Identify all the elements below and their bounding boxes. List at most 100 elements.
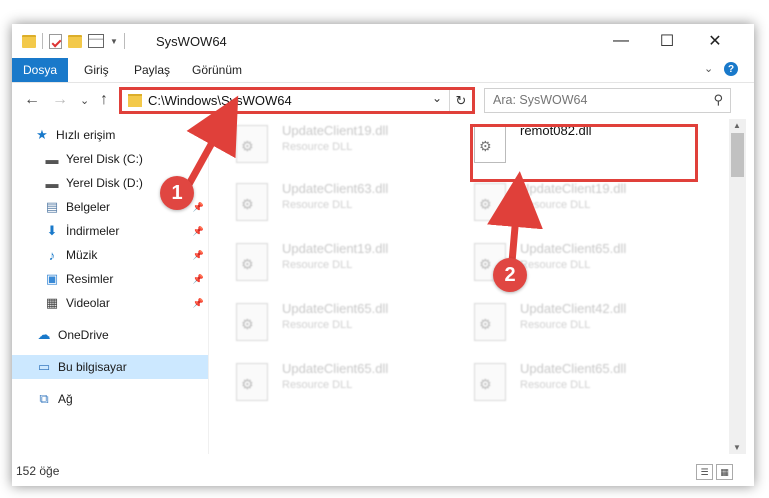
sidebar-item-quick-access[interactable]: ★ Hızlı erişim [12, 123, 208, 147]
sidebar-item-label: Yerel Disk (D:) [66, 176, 143, 190]
folder-icon [22, 34, 36, 48]
large-icons-view-icon[interactable]: ▦ [716, 464, 733, 480]
sidebar-item-this-pc[interactable]: ▭ Bu bilgisayar [12, 355, 208, 379]
sidebar-item-label: Müzik [66, 248, 98, 262]
network-icon: ⧉ [39, 391, 49, 406]
sidebar-item-label: İndirmeler [66, 224, 120, 238]
navigation-pane: ★ Hızlı erişim ▬ Yerel Disk (C:) ▬ Yerel… [12, 119, 208, 454]
file-name: UpdateClient63.dll [282, 181, 389, 196]
file-type: Resource DLL [282, 141, 353, 153]
pin-icon[interactable]: 📌 [193, 202, 204, 213]
file-type: Resource DLL [520, 319, 591, 331]
cloud-icon: ☁ [37, 327, 51, 342]
pin-icon[interactable]: 📌 [193, 226, 204, 237]
download-icon: ⬇ [46, 223, 58, 238]
details-view-icon[interactable]: ☰ [696, 464, 713, 480]
file-name: UpdateClient65.dll [520, 241, 627, 256]
file-name: UpdateClient65.dll [282, 301, 389, 316]
minimize-button[interactable]: — [598, 24, 644, 58]
help-icon[interactable]: ? [724, 62, 738, 76]
sidebar-item-label: Hızlı erişim [56, 128, 116, 142]
file-item[interactable]: UpdateClient65.dll Resource DLL [222, 297, 447, 343]
dll-file-icon [474, 183, 506, 221]
drive-icon: ▬ [45, 151, 59, 167]
maximize-button[interactable]: ☐ [644, 24, 690, 58]
toolbar-divider [123, 33, 125, 49]
vertical-scrollbar[interactable]: ▲ ▼ [729, 119, 746, 454]
drive-icon: ▬ [45, 175, 59, 191]
pin-icon[interactable]: 📌 [193, 298, 204, 309]
pin-icon[interactable]: 📌 [193, 274, 204, 285]
sidebar-item-onedrive[interactable]: ☁ OneDrive [12, 323, 208, 347]
file-type: Resource DLL [282, 379, 353, 391]
file-item[interactable]: UpdateClient19.dll Resource DLL [222, 119, 447, 165]
file-type: Resource DLL [282, 319, 353, 331]
file-item[interactable]: UpdateClient19.dll Resource DLL [460, 177, 685, 223]
file-type: Resource DLL [520, 199, 591, 211]
search-icon[interactable]: ⚲ [713, 92, 723, 108]
scroll-up-icon[interactable]: ▲ [733, 121, 741, 130]
file-name: UpdateClient42.dll [520, 301, 627, 316]
pictures-icon: ▣ [45, 271, 59, 286]
sidebar-item-label: Belgeler [66, 200, 111, 214]
file-item[interactable]: UpdateClient19.dll Resource DLL [222, 237, 447, 283]
sidebar-item-videos[interactable]: ▦ Videolar 📌 [12, 291, 208, 315]
sidebar-item-pictures[interactable]: ▣ Resimler 📌 [12, 267, 208, 291]
file-item[interactable]: UpdateClient65.dll Resource DLL [222, 357, 447, 403]
pane-divider [208, 119, 209, 454]
search-box[interactable]: ⚲ [484, 88, 731, 113]
file-item[interactable]: UpdateClient42.dll Resource DLL [460, 297, 685, 343]
sidebar-item-label: Resimler [66, 272, 114, 286]
ribbon-expand-chevron-icon[interactable]: ⌄ [704, 62, 713, 75]
file-name: UpdateClient65.dll [520, 361, 627, 376]
step-1-badge: 1 [160, 176, 194, 210]
file-name: UpdateClient19.dll [520, 181, 627, 196]
music-icon: ♪ [48, 247, 56, 263]
dll-file-icon [236, 243, 268, 281]
dll-file-icon [474, 363, 506, 401]
tab-giris[interactable]: Giriş [84, 58, 109, 82]
quick-access-toolbar: ▼ [22, 33, 125, 49]
new-folder-icon[interactable] [68, 34, 82, 48]
dll-file-icon [236, 183, 268, 221]
dll-file-icon [236, 125, 268, 163]
documents-icon: ▤ [45, 199, 59, 214]
tab-gorunum[interactable]: Görünüm [192, 58, 242, 82]
sidebar-item-downloads[interactable]: ⬇ İndirmeler 📌 [12, 219, 208, 243]
properties-icon[interactable] [88, 34, 104, 48]
tab-dosya[interactable]: Dosya [12, 58, 68, 82]
recent-locations-chevron-icon[interactable]: ⌄ [80, 94, 89, 107]
pin-icon[interactable]: 📌 [193, 250, 204, 261]
address-bar-highlight-box [119, 87, 475, 114]
dll-file-icon [236, 363, 268, 401]
tab-paylas[interactable]: Paylaş [134, 58, 170, 82]
file-type: Resource DLL [282, 259, 353, 271]
forward-arrow-icon[interactable]: → [52, 91, 68, 109]
sidebar-item-label: Ağ [58, 392, 73, 406]
window-title: SysWOW64 [156, 34, 227, 49]
file-item[interactable]: UpdateClient63.dll Resource DLL [222, 177, 447, 223]
sidebar-item-label: Bu bilgisayar [58, 360, 127, 374]
step-2-badge: 2 [493, 258, 527, 292]
scroll-down-icon[interactable]: ▼ [733, 443, 741, 452]
scrollbar-thumb[interactable] [731, 133, 744, 177]
video-icon: ▦ [45, 295, 59, 310]
back-arrow-icon[interactable]: ← [24, 91, 40, 109]
file-name: UpdateClient65.dll [282, 361, 389, 376]
status-bar: 152 öğe ☰ ▦ [12, 460, 754, 484]
sidebar-item-network[interactable]: ⧉ Ağ [12, 387, 208, 411]
file-type: Resource DLL [282, 199, 353, 211]
close-button[interactable]: ✕ [692, 24, 738, 58]
file-item[interactable]: UpdateClient65.dll Resource DLL [460, 357, 685, 403]
sidebar-item-music[interactable]: ♪ Müzik 📌 [12, 243, 208, 267]
search-input[interactable] [485, 89, 703, 110]
title-bar: ▼ SysWOW64 — ☐ ✕ [12, 24, 754, 58]
customize-toolbar-chevron-icon[interactable]: ▼ [110, 37, 118, 46]
file-type: Resource DLL [520, 379, 591, 391]
sidebar-item-label: OneDrive [58, 328, 109, 342]
sidebar-item-local-disk-c[interactable]: ▬ Yerel Disk (C:) [12, 147, 208, 171]
file-highlight-box [470, 124, 698, 182]
checklist-icon[interactable] [49, 33, 62, 49]
ribbon-tabs: Dosya Giriş Paylaş Görünüm ⌄ ? [12, 58, 754, 82]
up-arrow-icon[interactable]: ↑ [100, 91, 108, 109]
